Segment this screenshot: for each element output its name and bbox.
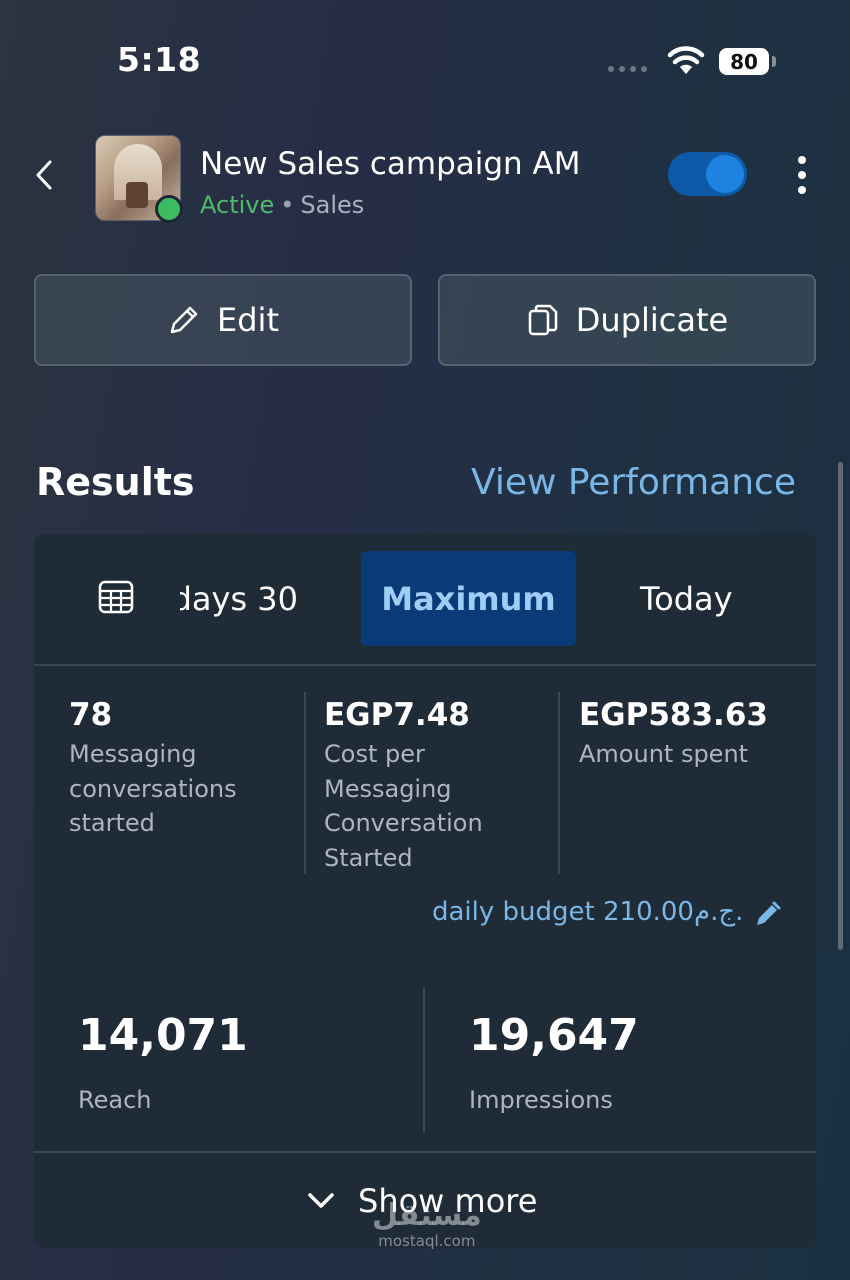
campaign-subtitle: Active • Sales [200,191,364,219]
chevron-down-icon [308,1193,334,1208]
duplicate-icon [528,304,558,336]
campaign-title: New Sales campaign AM [200,146,581,182]
watermark: مستقل mostaql.com [372,1198,482,1251]
tab-today[interactable]: Today [640,580,733,618]
tab-maximum[interactable]: Maximum [361,551,576,646]
campaign-objective: Sales [300,191,365,219]
metric-messaging: 78 Messaging conversations started [69,697,284,841]
reach-label: Reach [78,1086,152,1114]
metric-divider [304,692,306,874]
duplicate-button[interactable]: Duplicate [438,274,816,366]
daily-budget-link[interactable]: daily budget 210.00ج.م. [432,897,743,927]
battery-cap [772,56,776,67]
tab-date-range[interactable] [98,580,134,614]
edit-button[interactable]: Edit [34,274,412,366]
metric-divider [558,692,560,874]
metric-cost-per-conversation: EGP7.48 Cost per Messaging Conversation … [324,697,539,875]
metric-label: Messaging conversations started [69,740,237,837]
metric-label: Amount spent [579,740,749,768]
more-options-icon[interactable] [795,156,809,194]
duplicate-button-label: Duplicate [575,301,729,339]
impressions-value: 19,647 [469,1010,639,1061]
view-performance-link[interactable]: View Performance [471,462,796,503]
status-time: 5:18 [117,40,202,79]
summary-divider [423,987,425,1133]
calendar-table-icon [98,580,134,614]
tabs-divider [34,664,816,666]
subtitle-separator: • [280,191,295,219]
scrollbar[interactable] [838,462,843,950]
show-more-divider [34,1151,816,1153]
edit-budget-icon[interactable] [754,900,782,928]
tab-30-days[interactable]: 30 days [180,580,298,618]
results-heading: Results [36,460,195,504]
edit-button-label: Edit [217,301,279,339]
campaign-status: Active [200,191,275,219]
metric-value: EGP7.48 [324,697,470,733]
watermark-logo: مستقل [372,1198,482,1233]
back-chevron-icon[interactable] [32,158,58,192]
reach-value: 14,071 [78,1010,248,1061]
metric-value: EGP583.63 [579,697,768,733]
pencil-icon [170,306,198,334]
watermark-url: mostaql.com [378,1232,476,1250]
impressions-label: Impressions [469,1086,613,1114]
cellular-signal-icon [608,66,647,72]
active-status-dot [155,195,183,223]
battery-icon: 80 [719,48,769,75]
campaign-toggle[interactable] [668,152,747,196]
metric-label: Cost per Messaging Conversation Started [324,740,483,872]
metric-amount-spent: EGP583.63 Amount spent [579,697,799,772]
wifi-icon [667,46,705,74]
metric-value: 78 [69,697,113,733]
